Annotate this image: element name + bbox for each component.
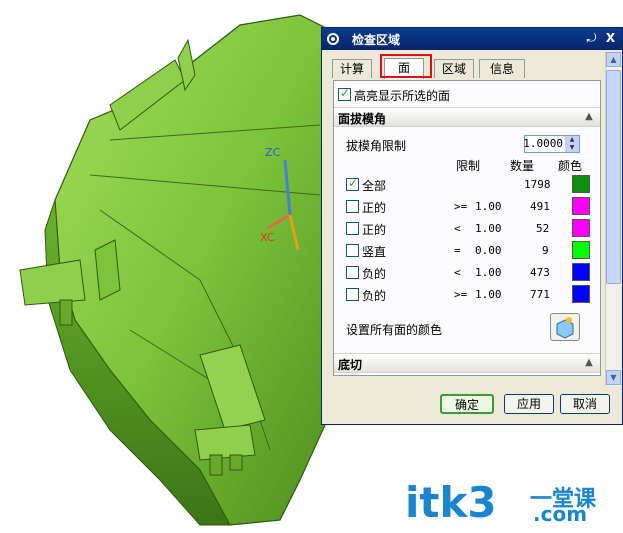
- row-op: >=: [454, 288, 468, 301]
- draft-angle-section-header[interactable]: 面拔模角 ▲: [334, 107, 600, 127]
- dialog-title: 检查区域: [352, 33, 401, 47]
- draft-limit-label: 拔模角限制: [346, 139, 407, 153]
- draft-limit-value: 1.0000: [523, 137, 563, 150]
- set-all-colors-label: 设置所有面的颜色: [346, 323, 443, 337]
- zc-axis-label: ZC: [265, 146, 281, 159]
- set-color-button[interactable]: [550, 313, 580, 341]
- row-color-swatch[interactable]: [572, 285, 590, 303]
- row-label: 负的: [362, 289, 387, 303]
- collapse-icon[interactable]: ▲: [582, 356, 596, 370]
- row-op: =: [454, 244, 461, 257]
- xc-axis-label: XC: [260, 231, 275, 244]
- row-color-swatch[interactable]: [572, 263, 590, 281]
- row-checkbox[interactable]: [346, 176, 359, 191]
- check-region-dialog: 检查区域 ⤾ X 计算 面 区域 信息 高亮显示所选的面 面拔模角 ▲ 拔模角限…: [321, 27, 623, 425]
- row-limit: 1.00: [475, 288, 502, 301]
- row-count: 9: [542, 244, 549, 257]
- row-count: 52: [536, 222, 550, 235]
- tab-region[interactable]: 区域: [434, 59, 474, 78]
- row-color-swatch[interactable]: [572, 241, 590, 259]
- row-op: >=: [454, 200, 468, 213]
- row-count: 473: [530, 266, 550, 279]
- row-color-swatch[interactable]: [572, 219, 590, 237]
- scroll-thumb[interactable]: [606, 70, 621, 284]
- row-checkbox[interactable]: [346, 266, 359, 279]
- watermark-logo: itk3: [405, 478, 497, 527]
- undercut-section-header[interactable]: 底切 ▲: [334, 353, 600, 373]
- row-checkbox[interactable]: [346, 244, 359, 257]
- close-button[interactable]: X: [603, 31, 618, 46]
- scroll-up-icon[interactable]: ▲: [606, 52, 621, 67]
- row-limit: 0.00: [475, 244, 502, 257]
- row-count: 1798: [524, 178, 551, 191]
- row-label: 竖直: [362, 245, 387, 259]
- row-limit: 1.00: [475, 222, 502, 235]
- row-count: 771: [530, 288, 550, 301]
- scroll-down-icon[interactable]: ▼: [606, 370, 621, 385]
- col-header-color: 颜色: [558, 159, 583, 173]
- spinner-arrows-icon[interactable]: ▲ ▼: [565, 136, 579, 152]
- tab-info[interactable]: 信息: [479, 59, 525, 78]
- row-checkbox[interactable]: [346, 288, 359, 301]
- collapse-icon[interactable]: ▲: [582, 110, 596, 124]
- row-limit: 1.00: [475, 200, 502, 213]
- draft-limit-spinner[interactable]: 1.0000 ▲ ▼: [523, 135, 580, 153]
- section-title: 面拔模角: [338, 112, 387, 126]
- watermark-domain: .com: [533, 502, 588, 526]
- row-checkbox[interactable]: [346, 200, 359, 213]
- reset-icon[interactable]: ⤾: [584, 31, 599, 46]
- row-checkbox[interactable]: [346, 222, 359, 235]
- highlight-faces-checkbox[interactable]: [338, 86, 351, 101]
- dialog-scrollbar[interactable]: ▲ ▼: [605, 52, 621, 386]
- col-header-count: 数量: [510, 159, 535, 173]
- gear-icon[interactable]: [326, 31, 340, 45]
- row-count: 491: [530, 200, 550, 213]
- row-op: <: [454, 222, 461, 235]
- row-label: 正的: [362, 223, 387, 237]
- color-palette-icon: [556, 317, 574, 339]
- row-color-swatch[interactable]: [572, 175, 590, 193]
- section-title: 底切: [338, 358, 363, 372]
- row-label: 正的: [362, 201, 387, 215]
- tab-calculate[interactable]: 计算: [332, 59, 372, 78]
- tab-content-panel: 高亮显示所选的面 面拔模角 ▲ 拔模角限制 1.0000 ▲▼ 限制 数量 颜色…: [333, 80, 601, 376]
- site-watermark: itk3 一堂课 .com: [405, 478, 623, 528]
- highlight-faces-label: 高亮显示所选的面: [354, 89, 451, 103]
- row-limit: 1.00: [475, 266, 502, 279]
- row-op: <: [454, 266, 461, 279]
- row-color-swatch[interactable]: [572, 197, 590, 215]
- apply-button[interactable]: 应用: [504, 394, 554, 414]
- ok-button[interactable]: 确定: [440, 394, 494, 414]
- cancel-button[interactable]: 取消: [560, 394, 610, 414]
- row-label: 全部: [362, 179, 387, 193]
- row-label: 负的: [362, 267, 387, 281]
- col-header-limit: 限制: [456, 159, 481, 173]
- tab-highlight-box: [380, 54, 432, 78]
- dialog-titlebar[interactable]: 检查区域 ⤾ X: [322, 28, 622, 50]
